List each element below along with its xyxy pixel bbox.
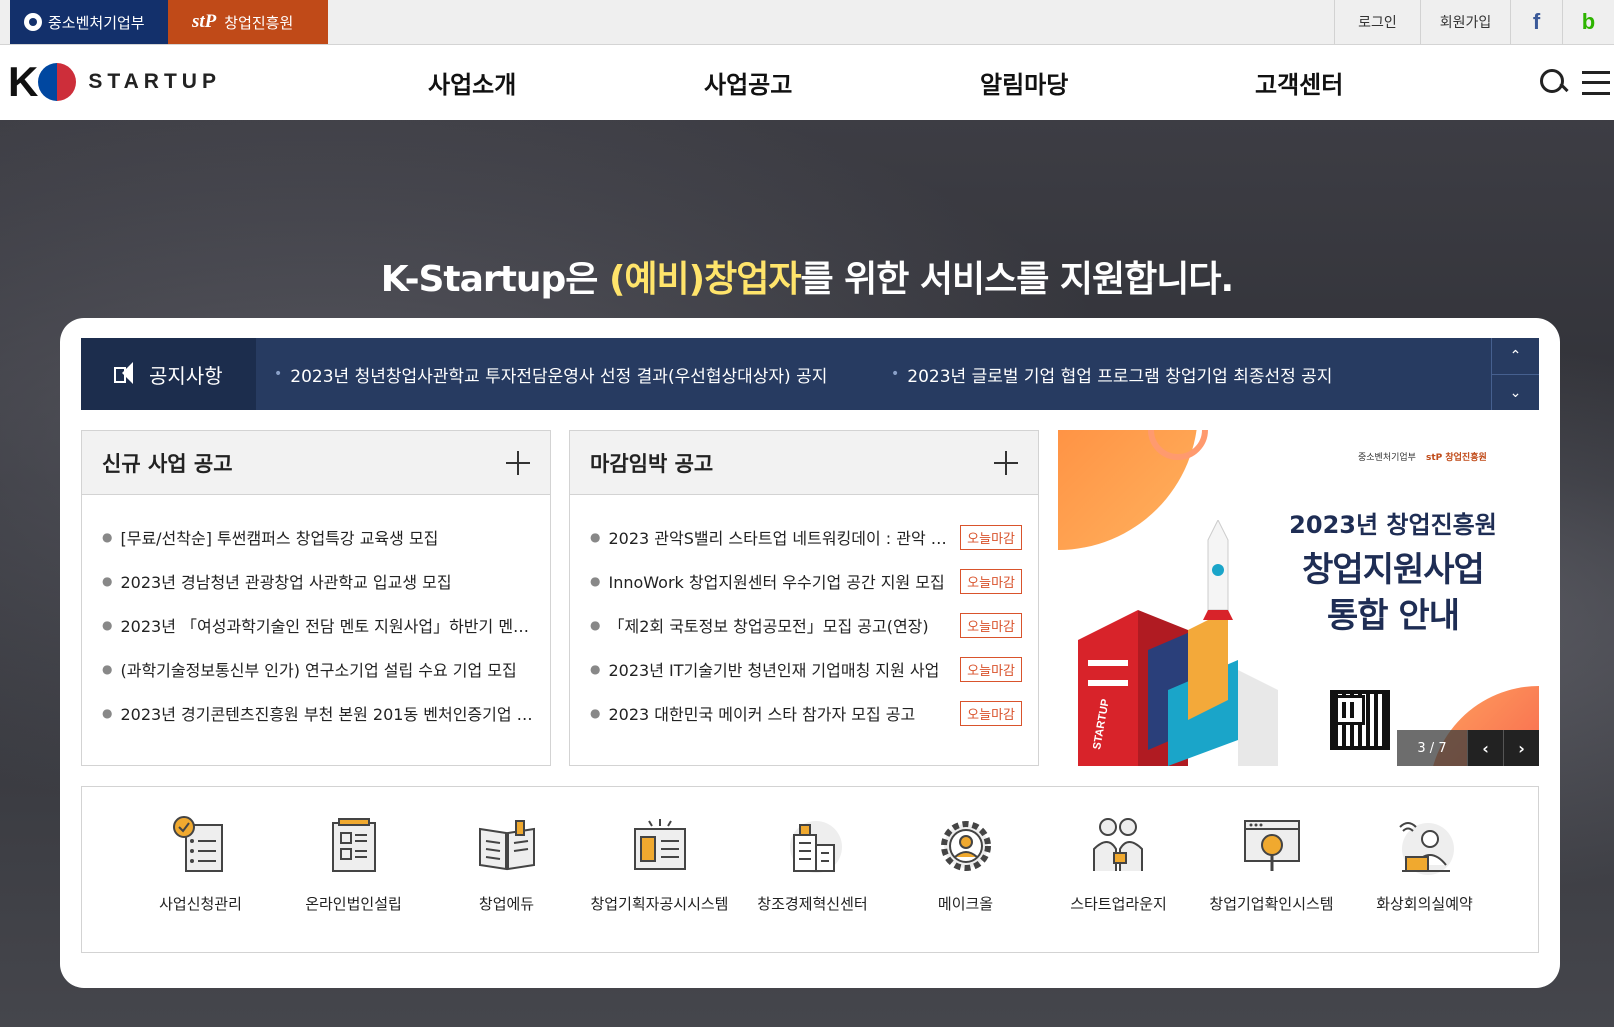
facebook-icon[interactable]: f	[1510, 0, 1562, 44]
kised-label: 창업진흥원	[224, 13, 294, 32]
mss-link[interactable]: 중소벤처기업부	[10, 0, 168, 44]
quick-link-label: 메이크올	[937, 895, 994, 913]
logo-k: K	[8, 58, 38, 105]
notice-item[interactable]: 2023년 글로벌 기업 협업 프로그램 창업기업 최종선정 공지	[891, 338, 1332, 410]
menu-business-announcement[interactable]: 사업공고	[704, 45, 792, 120]
list-item[interactable]: ●2023 관악S밸리 스타트업 네트워킹데이 : 관악 창업가의 밤오늘마감	[590, 515, 1022, 559]
kstartup-logo[interactable]: K STARTUP	[8, 57, 221, 107]
chevron-right-icon[interactable]: ›	[1503, 730, 1539, 766]
deadline-badge: 오늘마감	[960, 524, 1022, 550]
list-item[interactable]: ● [무료/선착순] 투썬캠퍼스 창업특강 교육생 모집	[102, 515, 534, 559]
more-plus-icon[interactable]	[994, 451, 1018, 475]
quick-link-label: 스타트업라운지	[1070, 895, 1167, 913]
quick-link-application[interactable]: 사업신청관리	[124, 787, 277, 952]
chevron-down-icon[interactable]: ⌄	[1492, 374, 1539, 410]
quick-link-label: 사업신청관리	[159, 895, 242, 913]
join-link[interactable]: 회원가입	[1420, 0, 1510, 44]
promo-banner[interactable]: 중소벤처기업부 stP 창업진흥원 2023년 창업진흥원 창업지원사업 통합 …	[1058, 430, 1539, 766]
quick-link-innovation-center[interactable]: 창조경제혁신센터	[736, 787, 889, 952]
banner-page-indicator: 3 / 7	[1397, 730, 1467, 766]
deadline-badge: 오늘마감	[960, 568, 1022, 594]
login-link[interactable]: 로그인	[1334, 0, 1420, 44]
more-plus-icon[interactable]	[506, 451, 530, 475]
menu-notice-board[interactable]: 알림마당	[980, 45, 1068, 120]
banner-line-2: 창업지원사업	[1302, 550, 1485, 590]
quick-link-label: 창업에듀	[478, 895, 535, 913]
chevron-up-icon[interactable]: ⌃	[1492, 338, 1539, 374]
quick-link-label: 창업기업확인시스템	[1209, 895, 1334, 913]
main-card: 공지사항 2023년 청년창업사관학교 투자전담운영사 선정 결과(우선협상대상…	[60, 318, 1560, 988]
hero-title: K-Startup은 (예비)창업자를 위한 서비스를 지원합니다.	[380, 259, 1234, 300]
corporate-document-icon	[331, 818, 376, 872]
mss-logo-icon	[24, 13, 42, 31]
quick-links: 사업신청관리 온라인법인설립 창업에듀 창업기획자공시시스템 창조경제혁신센터 …	[81, 786, 1539, 953]
video-conference-icon	[1398, 822, 1454, 875]
logo-word: STARTUP	[88, 70, 221, 93]
banner-mss-logo: 중소벤처기업부	[1358, 453, 1416, 463]
quick-link-edu[interactable]: 창업에듀	[430, 787, 583, 952]
hamburger-menu-icon[interactable]	[1582, 70, 1610, 95]
search-icon[interactable]	[1540, 68, 1568, 97]
speaker-icon	[113, 361, 139, 387]
banner-line-3: 통합 안내	[1327, 596, 1460, 636]
menu-customer-center[interactable]: 고객센터	[1255, 45, 1343, 120]
quick-link-makeall[interactable]: 메이크올	[889, 787, 1042, 952]
deadline-title: 마감임박 공고	[570, 431, 1038, 495]
quick-link-video-conference[interactable]: 화상회의실예약	[1348, 787, 1501, 952]
new-business-box: 신규 사업 공고 ● [무료/선착순] 투썬캠퍼스 창업특강 교육생 모집 ● 20…	[81, 430, 551, 766]
taegeuk-logo-icon	[38, 63, 77, 101]
qr-code-icon	[1330, 690, 1390, 750]
announcement-board-icon	[633, 819, 686, 870]
util-links: 로그인 회원가입 f b	[1334, 0, 1614, 44]
quick-link-label: 창조경제혁신센터	[757, 895, 868, 913]
banner-logos: 중소벤처기업부 stP 창업진흥원	[1358, 450, 1487, 463]
menu-business-intro[interactable]: 사업소개	[428, 45, 516, 120]
people-lounge-icon	[1092, 818, 1143, 871]
list-item[interactable]: ● InnoWork 창업지원센터 우수기업 공간 지원 모집 오늘마감	[590, 559, 1022, 603]
mss-label: 중소벤처기업부	[48, 13, 145, 32]
deadline-badge: 오늘마감	[960, 656, 1022, 682]
gear-person-icon	[940, 821, 991, 871]
top-utility-bar: 중소벤처기업부 stP 창업진흥원 로그인 회원가입 f b	[0, 0, 1614, 45]
quick-link-planner[interactable]: 창업기획자공시시스템	[583, 787, 736, 952]
deadline-badge: 오늘마감	[960, 612, 1022, 638]
deadline-box: 마감임박 공고 ●2023 관악S밸리 스타트업 네트워킹데이 : 관악 창업가…	[569, 430, 1039, 766]
nav-icons	[1540, 45, 1610, 120]
notice-item[interactable]: 2023년 청년창업사관학교 투자전담운영사 선정 결과(우선협상대상자) 공지	[274, 338, 827, 410]
office-building-icon	[789, 821, 842, 873]
chevron-left-icon[interactable]: ‹	[1467, 730, 1503, 766]
hero-title-highlight: (예비)창업자	[608, 259, 802, 300]
notice-bar: 공지사항 2023년 청년창업사관학교 투자전담운영사 선정 결과(우선협상대상…	[81, 338, 1539, 410]
application-checklist-icon	[172, 816, 223, 872]
new-business-title: 신규 사업 공고	[82, 431, 550, 495]
blog-icon[interactable]: b	[1562, 0, 1614, 44]
open-book-icon	[478, 820, 535, 871]
quick-link-online-corp[interactable]: 온라인법인설립	[277, 787, 430, 952]
quick-link-label: 화상회의실예약	[1376, 895, 1473, 913]
banner-controls: 3 / 7 ‹ ›	[1397, 730, 1539, 766]
deadline-list: ●2023 관악S밸리 스타트업 네트워킹데이 : 관악 창업가의 밤오늘마감 …	[570, 495, 1038, 735]
list-item[interactable]: ● 「제2회 국토정보 창업공모전」모집 공고(연장) 오늘마감	[590, 603, 1022, 647]
notice-label: 공지사항	[81, 338, 256, 410]
quick-link-startup-confirm[interactable]: 창업기업확인시스템	[1195, 787, 1348, 952]
quick-link-label: 온라인법인설립	[305, 895, 402, 913]
deadline-badge: 오늘마감	[960, 700, 1022, 726]
main-nav: K STARTUP 사업소개 사업공고 알림마당 고객센터	[0, 45, 1614, 120]
new-business-list: ● [무료/선착순] 투썬캠퍼스 창업특강 교육생 모집 ● 2023년 경남청년 …	[82, 495, 550, 735]
magnifier-screen-icon	[1243, 820, 1300, 871]
quick-link-startup-lounge[interactable]: 스타트업라운지	[1042, 787, 1195, 952]
kised-logo-mark: stP	[192, 11, 217, 32]
list-item[interactable]: ● 2023년 「여성과학기술인 전담 멘토 지원사업」하반기 멘티 모집	[102, 603, 534, 647]
list-item[interactable]: ● (과학기술정보통신부 인가) 연구소기업 설립 수요 기업 모집	[102, 647, 534, 691]
banner-line-1: 2023년 창업진흥원	[1289, 511, 1497, 539]
list-item[interactable]: ● 2023년 경남청년 관광창업 사관학교 입교생 모집	[102, 559, 534, 603]
list-item[interactable]: ● 2023 대한민국 메이커 스타 참가자 모집 공고 오늘마감	[590, 691, 1022, 735]
quick-link-label: 창업기획자공시시스템	[590, 895, 729, 913]
notice-controls: ⌃ ⌄	[1491, 338, 1539, 410]
list-item[interactable]: ● 2023년 IT기술기반 청년인재 기업매칭 지원 사업 오늘마감	[590, 647, 1022, 691]
kised-link[interactable]: stP 창업진흥원	[168, 0, 328, 44]
startup-city-illustration-icon: STARTUP	[1078, 520, 1278, 766]
list-item[interactable]: ●2023년 경기콘텐츠진흥원 부천 본원 201동 벤처인증기업 입주 모집	[102, 691, 534, 735]
banner-kised-logo: stP 창업진흥원	[1425, 453, 1487, 463]
